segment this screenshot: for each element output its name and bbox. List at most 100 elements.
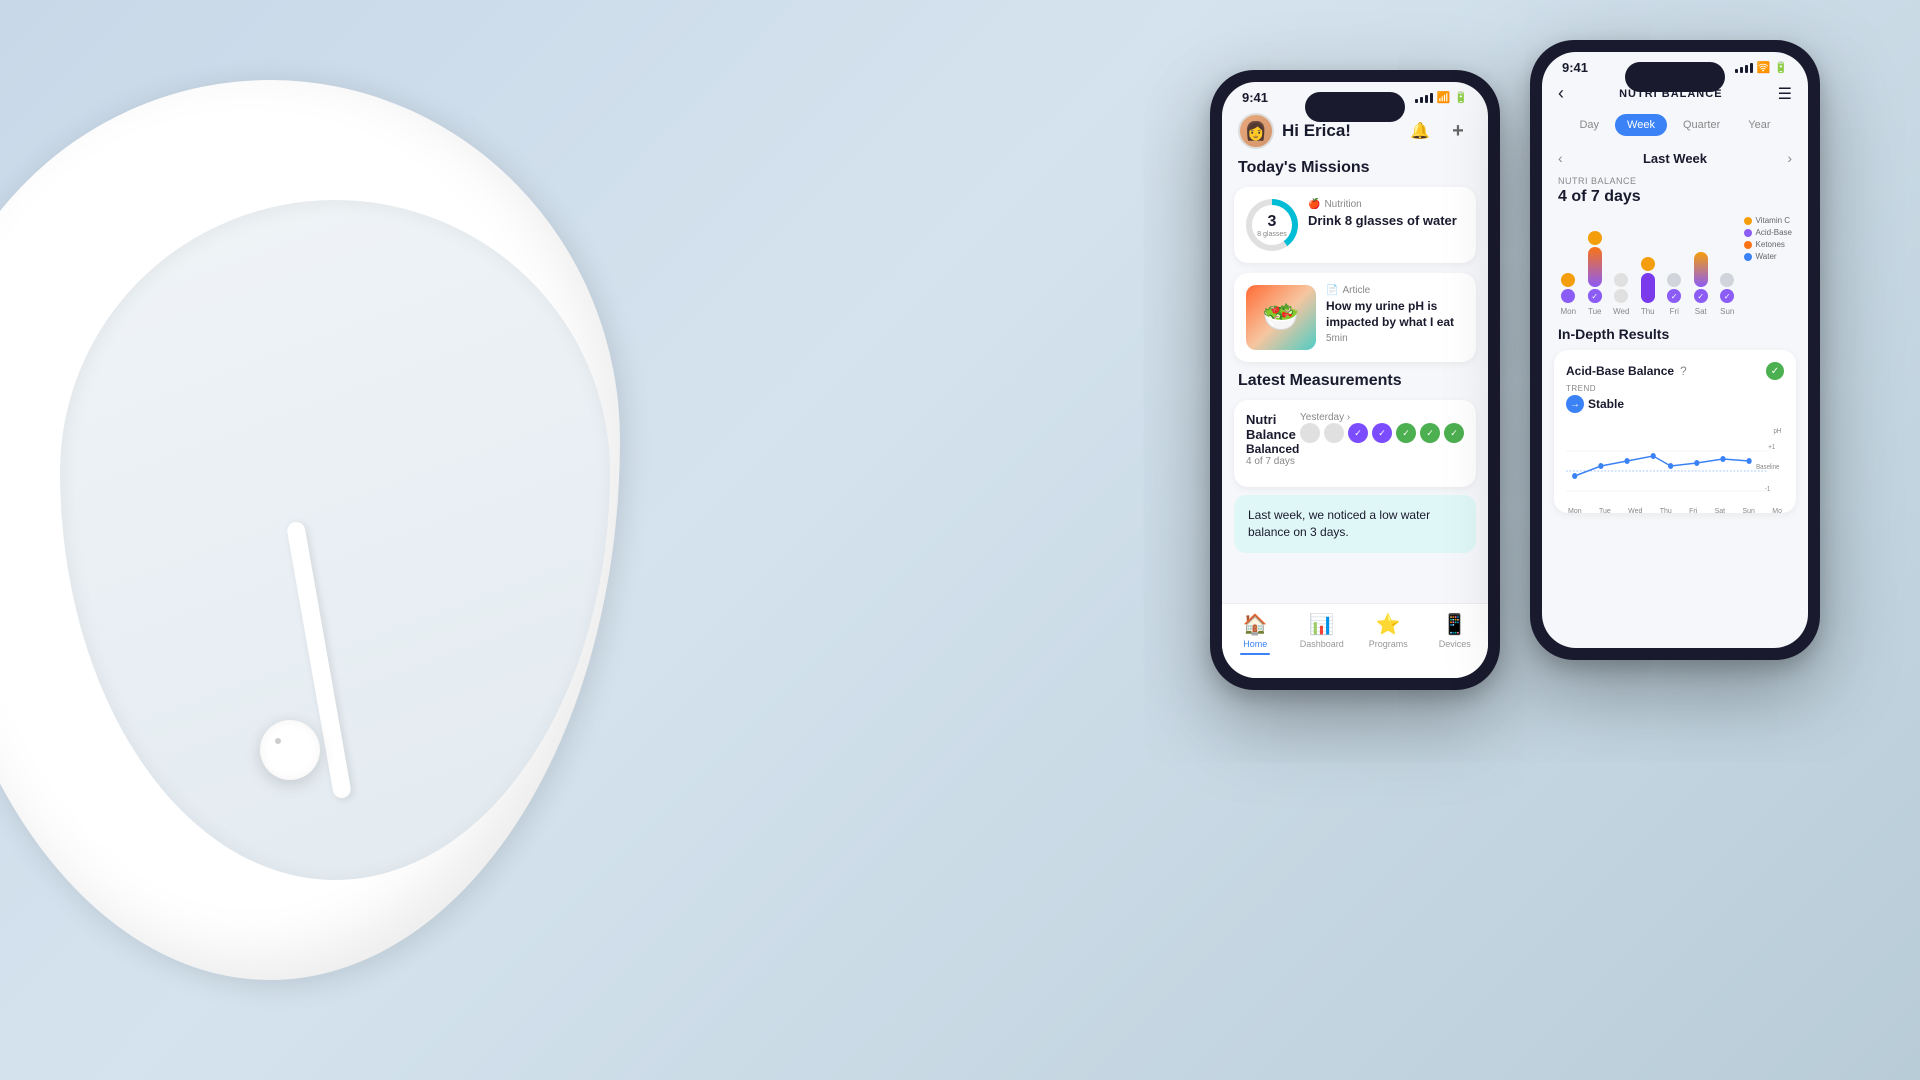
missions-title: Today's Missions <box>1222 159 1488 187</box>
status-time-2: 9:41 <box>1562 60 1588 75</box>
day-label-mon: Mon <box>1560 307 1576 316</box>
chart-area: Mon ✓ Tue <box>1542 216 1808 316</box>
mission-type: 🍎 Nutrition <box>1308 199 1464 210</box>
day-label-fri: Fri <box>1670 307 1679 316</box>
article-icon: 📄 <box>1326 285 1338 296</box>
next-week-button[interactable]: › <box>1787 150 1792 166</box>
alert-text: Last week, we noticed a low water balanc… <box>1248 508 1430 539</box>
nutri-balance-label: NUTRI BALANCE <box>1542 176 1808 188</box>
legend-dot-ketones <box>1744 241 1752 249</box>
in-depth-title: In-Depth Results <box>1542 326 1808 350</box>
mission-progress-circle: 3 8 glasses <box>1246 199 1298 251</box>
tab-day[interactable]: Day <box>1567 114 1611 136</box>
x-label-thu: Thu <box>1660 508 1672 515</box>
home-nav-underline <box>1240 653 1270 655</box>
legend-dot-acid-base <box>1744 229 1752 237</box>
phone-home: 9:41 📶 🔋 👩 Hi Erica! <box>1210 70 1500 690</box>
card-title: Nutri Balance <box>1246 412 1300 442</box>
nav-item-programs[interactable]: ⭐ Programs <box>1355 612 1422 649</box>
nutrition-icon: 🍎 <box>1308 199 1320 210</box>
mission-content: 🍎 Nutrition Drink 8 glasses of water <box>1308 199 1464 228</box>
article-read-time: 5min <box>1326 333 1464 344</box>
svg-text:+1: +1 <box>1768 444 1775 451</box>
week-nav: ‹ Last Week › <box>1542 146 1808 176</box>
devices-nav-icon: 📱 <box>1442 612 1467 637</box>
wifi-icon-2: 🛜 <box>1757 61 1771 74</box>
day-label-sat: Sat <box>1695 307 1707 316</box>
vitamin-c-mon <box>1561 273 1575 287</box>
nutri-balance-value: 4 of 7 days <box>1542 188 1808 216</box>
x-label-tue: Tue <box>1599 508 1611 515</box>
back-button[interactable]: ‹ <box>1558 83 1564 104</box>
article-card[interactable]: 🥗 📄 Article How my urine pH is impacted … <box>1234 273 1476 362</box>
tab-quarter[interactable]: Quarter <box>1671 114 1732 136</box>
chart-x-labels: Mon Tue Wed Thu Fri Sat Sun Mo <box>1566 508 1784 515</box>
bar-thu <box>1641 273 1655 303</box>
article-thumbnail: 🥗 <box>1246 285 1316 350</box>
acid-base-wed <box>1614 289 1628 303</box>
chart-bars-mon <box>1561 223 1575 303</box>
bottom-nav: 🏠 Home 📊 Dashboard ⭐ Programs 📱 Devices <box>1222 603 1488 678</box>
chart-col-tue: ✓ Tue <box>1585 223 1606 316</box>
user-avatar[interactable]: 👩 <box>1238 113 1274 149</box>
dashboard-nav-icon: 📊 <box>1309 612 1334 637</box>
status-time-1: 9:41 <box>1242 90 1268 105</box>
add-icon[interactable]: + <box>1444 117 1472 145</box>
acid-base-result-card[interactable]: Acid-Base Balance ? ✓ TREND → Stable <box>1554 350 1796 513</box>
trend-label: TREND <box>1566 384 1624 393</box>
status-icons-2: 🛜 🔋 <box>1735 61 1788 74</box>
tab-week[interactable]: Week <box>1615 114 1667 136</box>
header-icons: 🔔 + <box>1406 117 1472 145</box>
prev-week-button[interactable]: ‹ <box>1558 150 1563 166</box>
day-label-sun: Sun <box>1720 307 1734 316</box>
chart-with-legend: Mon ✓ Tue <box>1558 216 1792 316</box>
measurements-card[interactable]: Nutri Balance Balanced 4 of 7 days Yeste… <box>1234 400 1476 487</box>
svg-text:pH: pH <box>1774 428 1782 435</box>
vitamin-c-fri <box>1667 273 1681 287</box>
x-label-mon: Mon <box>1568 508 1582 515</box>
nav-item-home[interactable]: 🏠 Home <box>1222 612 1289 655</box>
card-subtitle: Balanced <box>1246 442 1300 456</box>
measurement-date: Yesterday › <box>1300 412 1464 423</box>
devices-nav-label: Devices <box>1439 639 1471 649</box>
progress-dots: ✓ ✓ ✓ ✓ ✓ <box>1300 423 1464 443</box>
nav-item-devices[interactable]: 📱 Devices <box>1422 612 1489 649</box>
tab-year[interactable]: Year <box>1736 114 1782 136</box>
water-mission-card[interactable]: 3 8 glasses 🍎 Nutrition Drink 8 glasses … <box>1234 187 1476 263</box>
battery-icon: 🔋 <box>1454 91 1468 104</box>
programs-nav-icon: ⭐ <box>1376 612 1401 637</box>
mission-title: Drink 8 glasses of water <box>1308 213 1464 228</box>
stable-arrow-icon: → <box>1566 395 1584 413</box>
dot-7: ✓ <box>1444 423 1464 443</box>
phone-nutri-screen: 9:41 🛜 🔋 ‹ NUTRI BALANCE ☰ <box>1542 52 1808 648</box>
nav-item-dashboard[interactable]: 📊 Dashboard <box>1289 612 1356 649</box>
x-label-sun: Sun <box>1742 508 1754 515</box>
programs-nav-label: Programs <box>1369 639 1408 649</box>
chart-col-sat: ✓ Sat <box>1691 223 1712 316</box>
help-icon[interactable]: ? <box>1680 364 1687 378</box>
wifi-icon: 📶 <box>1437 91 1451 104</box>
phone-home-screen: 9:41 📶 🔋 👩 Hi Erica! <box>1222 82 1488 678</box>
notification-icon[interactable]: 🔔 <box>1406 117 1434 145</box>
status-icons-1: 📶 🔋 <box>1415 91 1468 104</box>
chart-bars-sat: ✓ <box>1694 223 1708 303</box>
chart-bars-fri: ✓ <box>1667 223 1681 303</box>
trend-value: → Stable <box>1566 395 1624 413</box>
legend-ketones: Ketones <box>1744 240 1792 249</box>
circle-label: 8 glasses <box>1257 231 1287 238</box>
menu-icon[interactable]: ☰ <box>1778 84 1792 104</box>
legend-vitamin-c: Vitamin C <box>1744 216 1792 225</box>
result-body: TREND → Stable <box>1566 384 1784 413</box>
day-label-wed: Wed <box>1613 307 1629 316</box>
dot-1 <box>1300 423 1320 443</box>
dynamic-island-1 <box>1305 92 1405 122</box>
chart-col-mon: Mon <box>1558 223 1579 316</box>
x-label-wed: Wed <box>1628 508 1642 515</box>
chart-col-sun: ✓ Sun <box>1717 223 1738 316</box>
dynamic-island-2 <box>1625 62 1725 92</box>
acid-base-tue-check: ✓ <box>1588 289 1602 303</box>
article-title: How my urine pH is impacted by what I ea… <box>1326 299 1464 330</box>
result-check: ✓ <box>1766 362 1784 380</box>
check-sat: ✓ <box>1694 289 1708 303</box>
bar-chart: Mon ✓ Tue <box>1558 216 1738 316</box>
